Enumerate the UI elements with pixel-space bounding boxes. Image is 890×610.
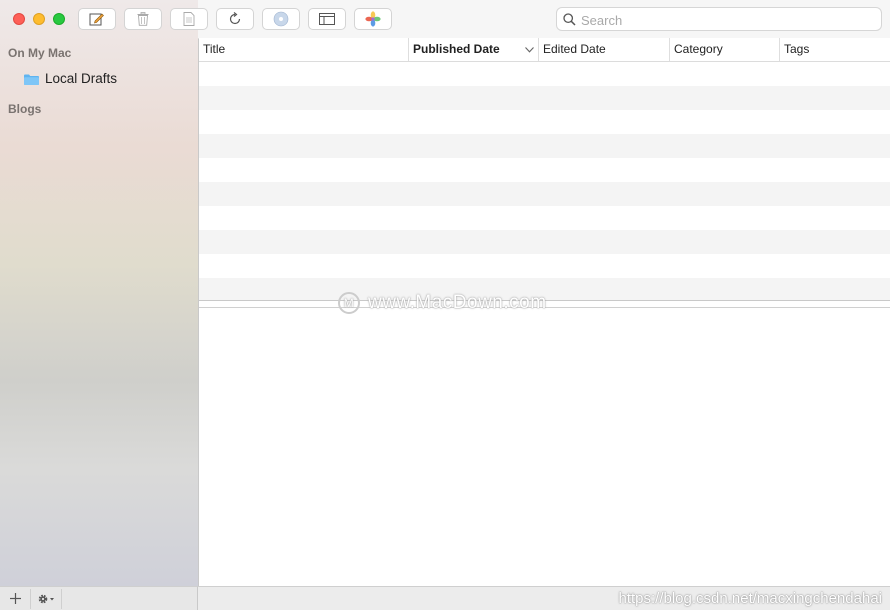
new-post-icon: [89, 13, 104, 26]
sidebar: On My Mac Local Drafts Blogs: [0, 0, 199, 586]
disc-icon: [273, 11, 289, 27]
refresh-button[interactable]: [216, 8, 254, 30]
watermark-logo-icon: M: [338, 292, 360, 314]
column-header-title[interactable]: Title: [199, 38, 409, 61]
table-row: [199, 110, 890, 134]
zoom-window-button[interactable]: [53, 13, 65, 25]
watermark: M www.MacDown.com: [338, 292, 547, 314]
document-button[interactable]: [170, 8, 208, 30]
app-window: On My Mac Local Drafts Blogs Search Titl…: [0, 0, 890, 610]
column-header-edited-date[interactable]: Edited Date: [539, 38, 670, 61]
table-row: [199, 86, 890, 110]
search-input[interactable]: [579, 11, 873, 29]
close-window-button[interactable]: [13, 13, 25, 25]
table-row: [199, 254, 890, 278]
photos-icon: [365, 11, 381, 27]
posts-table-body: [199, 62, 890, 300]
table-row: [199, 158, 890, 182]
table-row: [199, 230, 890, 254]
table-row: [199, 206, 890, 230]
separator: [61, 589, 62, 609]
plus-icon: [9, 593, 21, 604]
trash-icon: [137, 12, 149, 26]
table-row: [199, 134, 890, 158]
gear-icon: [38, 594, 54, 603]
search-field[interactable]: [556, 7, 882, 31]
folder-icon: [24, 73, 39, 85]
layout-icon: [319, 13, 335, 25]
column-header-tags[interactable]: Tags: [780, 38, 890, 61]
new-post-button[interactable]: [78, 8, 116, 30]
search-icon: [563, 13, 576, 26]
column-header-published-date[interactable]: Published Date: [409, 38, 539, 61]
disc-button[interactable]: [262, 8, 300, 30]
sidebar-item-label: Local Drafts: [45, 70, 118, 86]
action-menu-button[interactable]: [31, 587, 61, 610]
minimize-window-button[interactable]: [33, 13, 45, 25]
add-button[interactable]: [0, 587, 30, 610]
sidebar-item-local-drafts[interactable]: Local Drafts: [24, 69, 117, 87]
column-header-category[interactable]: Category: [670, 38, 780, 61]
main-bottom-bar: https://blog.csdn.net/macxingchendahai: [198, 586, 890, 610]
refresh-icon: [229, 12, 241, 25]
table-row: [199, 62, 890, 86]
layout-button[interactable]: [308, 8, 346, 30]
column-header-label: Published Date: [413, 42, 500, 56]
table-row: [199, 182, 890, 206]
table-header: Title Published Date Edited Date Categor…: [199, 38, 890, 62]
url-watermark: https://blog.csdn.net/macxingchendahai: [618, 590, 882, 607]
watermark-text: www.MacDown.com: [368, 292, 547, 313]
sidebar-bottom-bar: [0, 586, 198, 610]
sidebar-section-blogs: Blogs: [8, 102, 42, 116]
sidebar-section-on-my-mac: On My Mac: [8, 46, 72, 60]
photos-button[interactable]: [354, 8, 392, 30]
sort-descending-icon: [525, 47, 534, 53]
delete-button[interactable]: [124, 8, 162, 30]
document-icon: [183, 12, 195, 26]
